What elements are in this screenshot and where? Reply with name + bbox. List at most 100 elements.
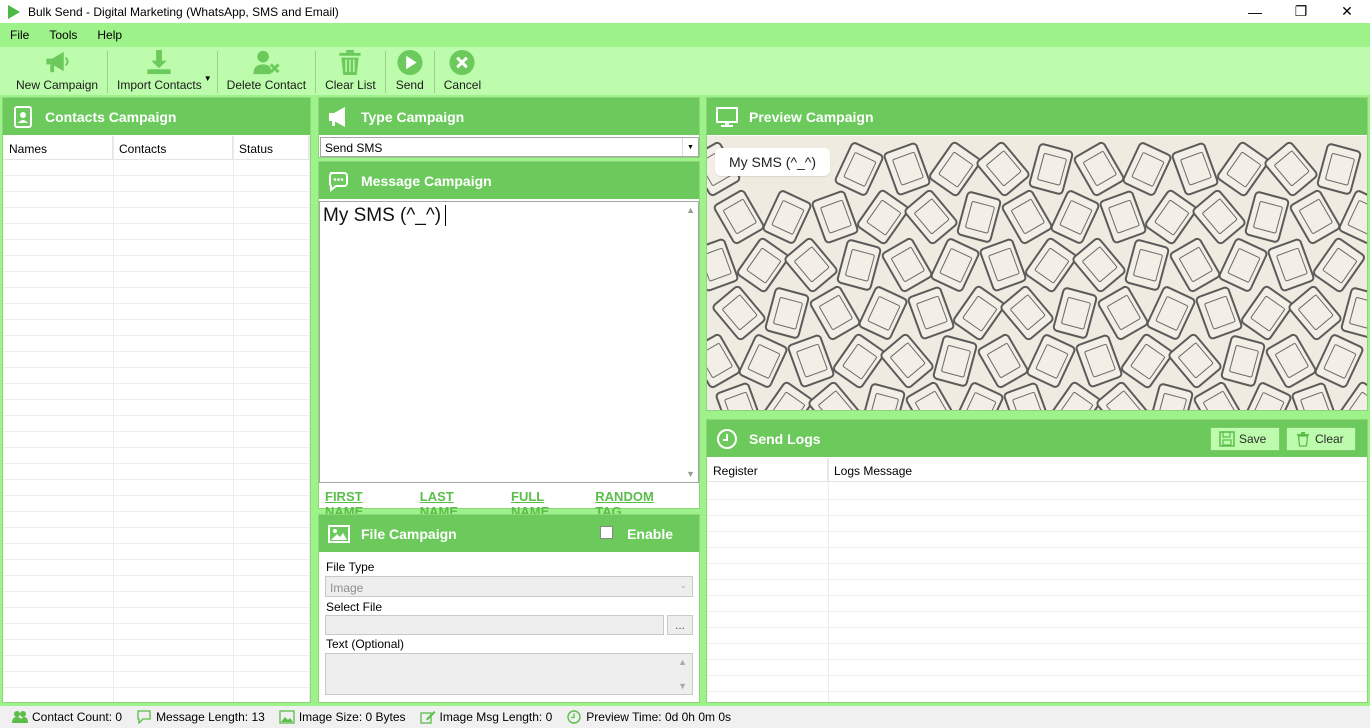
wallpaper-phone-icon bbox=[999, 188, 1055, 246]
grid-divider bbox=[309, 136, 310, 702]
grid-divider bbox=[828, 458, 829, 702]
trash-icon bbox=[339, 49, 362, 76]
image-icon bbox=[328, 524, 350, 543]
import-contacts-label: Import Contacts bbox=[117, 78, 202, 92]
wallpaper-phone-icon bbox=[1219, 334, 1267, 388]
chevron-down-icon: ⌄ bbox=[679, 580, 687, 590]
megaphone-icon bbox=[329, 106, 345, 127]
import-contacts-button[interactable]: Import Contacts bbox=[109, 49, 210, 95]
status-bar: Contact Count: 0 Message Length: 13 Imag… bbox=[0, 706, 1370, 728]
wallpaper-phone-icon bbox=[810, 189, 860, 245]
browse-file-button[interactable]: ... bbox=[667, 615, 693, 635]
menu-tools[interactable]: Tools bbox=[49, 28, 77, 42]
file-type-select[interactable]: Image ⌄ bbox=[325, 576, 693, 597]
menu-help[interactable]: Help bbox=[97, 28, 122, 42]
column-names[interactable]: Names bbox=[3, 136, 113, 159]
wallpaper-phone-icon bbox=[974, 139, 1032, 199]
column-register[interactable]: Register bbox=[707, 458, 828, 481]
toolbar-separator bbox=[216, 51, 218, 93]
wallpaper-phone-icon bbox=[835, 238, 883, 292]
wallpaper-phone-icon bbox=[711, 188, 767, 246]
wallpaper-phone-icon bbox=[1215, 139, 1271, 199]
wallpaper-phone-icon bbox=[1290, 381, 1340, 410]
scroll-down-icon[interactable]: ▼ bbox=[678, 681, 687, 691]
column-logs-message[interactable]: Logs Message bbox=[828, 458, 1362, 481]
wallpaper-phone-icon bbox=[927, 139, 983, 199]
edit-icon bbox=[419, 711, 436, 724]
preview-title: Preview Campaign bbox=[749, 108, 874, 125]
campaign-type-select[interactable]: Send SMS ▼ bbox=[320, 137, 699, 157]
trash-icon bbox=[1297, 432, 1309, 447]
column-status[interactable]: Status bbox=[233, 136, 309, 159]
grid-divider bbox=[233, 136, 234, 702]
chevron-down-icon[interactable]: ▼ bbox=[682, 138, 698, 156]
preview-time-status: Preview Time: 0d 0h 0m 0s bbox=[566, 710, 731, 724]
select-file-label: Select File bbox=[326, 600, 383, 614]
enable-label[interactable]: Enable bbox=[627, 526, 673, 542]
clear-logs-button[interactable]: Clear bbox=[1286, 427, 1356, 451]
message-campaign-panel: Message Campaign My SMS (^_^) ▲ ▼ FIRST … bbox=[318, 161, 700, 519]
send-label: Send bbox=[395, 78, 424, 92]
menu-file[interactable]: File bbox=[10, 28, 29, 42]
wallpaper-phone-icon bbox=[859, 382, 907, 410]
wallpaper-phone-icon bbox=[1143, 187, 1199, 247]
delete-contact-button[interactable]: Delete Contact bbox=[219, 49, 314, 95]
cancel-button[interactable]: Cancel bbox=[436, 49, 489, 95]
scroll-up-icon[interactable]: ▲ bbox=[678, 657, 687, 667]
scroll-up-icon[interactable]: ▲ bbox=[686, 205, 695, 215]
wallpaper-phone-icon bbox=[928, 236, 982, 294]
new-campaign-label: New Campaign bbox=[16, 78, 99, 92]
wallpaper-phone-icon bbox=[855, 187, 911, 247]
wallpaper-phone-icon bbox=[1263, 332, 1319, 390]
column-contacts[interactable]: Contacts bbox=[113, 136, 233, 159]
image-icon bbox=[279, 710, 295, 724]
contacts-grid-header: Names Contacts Status bbox=[3, 136, 310, 160]
send-logs-title: Send Logs bbox=[749, 430, 821, 447]
wallpaper-phone-icon bbox=[1095, 284, 1151, 342]
logs-grid-body[interactable] bbox=[707, 484, 1367, 702]
wallpaper-phone-icon bbox=[1048, 188, 1102, 246]
wallpaper-phone-icon bbox=[1070, 235, 1128, 295]
clear-list-button[interactable]: Clear List bbox=[317, 49, 384, 95]
preview-header: Preview Campaign bbox=[707, 98, 1367, 135]
wallpaper-phone-icon bbox=[807, 284, 863, 342]
clock-icon bbox=[567, 710, 581, 724]
toolbar-separator bbox=[315, 51, 317, 93]
file-text-input[interactable]: ▲ ▼ bbox=[325, 653, 693, 695]
wallpaper-phone-icon bbox=[735, 235, 791, 295]
contact-count-status: Contact Count: 0 bbox=[12, 710, 122, 724]
wallpaper-phone-icon bbox=[831, 331, 887, 391]
wallpaper-phone-icon bbox=[1262, 139, 1320, 199]
image-msg-length-text: Image Msg Length: 0 bbox=[439, 710, 553, 724]
wallpaper-phone-icon bbox=[1170, 141, 1220, 197]
send-button[interactable]: Send bbox=[387, 49, 433, 95]
message-textarea[interactable]: My SMS (^_^) ▲ ▼ bbox=[319, 201, 699, 483]
file-campaign-title: File Campaign bbox=[361, 525, 457, 542]
campaign-type-value: Send SMS bbox=[325, 141, 383, 155]
message-campaign-title: Message Campaign bbox=[361, 172, 492, 189]
wallpaper-phone-icon bbox=[975, 332, 1031, 390]
enable-checkbox[interactable] bbox=[600, 526, 613, 539]
new-campaign-button[interactable]: New Campaign bbox=[8, 49, 106, 95]
contact-count-text: Contact Count: 0 bbox=[32, 710, 123, 724]
file-path-input[interactable] bbox=[325, 615, 664, 635]
contacts-header: Contacts Campaign bbox=[3, 98, 310, 135]
contacts-grid-body[interactable] bbox=[3, 160, 310, 702]
wallpaper-phone-icon bbox=[707, 237, 740, 293]
import-dropdown-icon[interactable]: ▼ bbox=[204, 74, 212, 83]
wallpaper-phone-icon bbox=[736, 332, 790, 390]
wallpaper-phone-icon bbox=[1312, 332, 1366, 390]
restore-button[interactable]: ❐ bbox=[1278, 0, 1324, 23]
save-logs-label: Save bbox=[1239, 432, 1267, 446]
minimize-button[interactable]: — bbox=[1232, 0, 1278, 23]
save-logs-button[interactable]: Save bbox=[1210, 427, 1280, 451]
monitor-icon bbox=[716, 106, 738, 127]
wallpaper-phone-icon bbox=[931, 334, 979, 388]
clear-logs-label: Clear bbox=[1315, 432, 1344, 446]
image-size-text: Image Size: 0 Bytes bbox=[298, 710, 406, 724]
text-optional-label: Text (Optional) bbox=[326, 637, 405, 651]
scroll-down-icon[interactable]: ▼ bbox=[686, 469, 695, 479]
close-button[interactable]: ✕ bbox=[1324, 0, 1370, 23]
message-text: My SMS (^_^) bbox=[323, 205, 442, 226]
wallpaper-phone-icon bbox=[1194, 285, 1244, 341]
